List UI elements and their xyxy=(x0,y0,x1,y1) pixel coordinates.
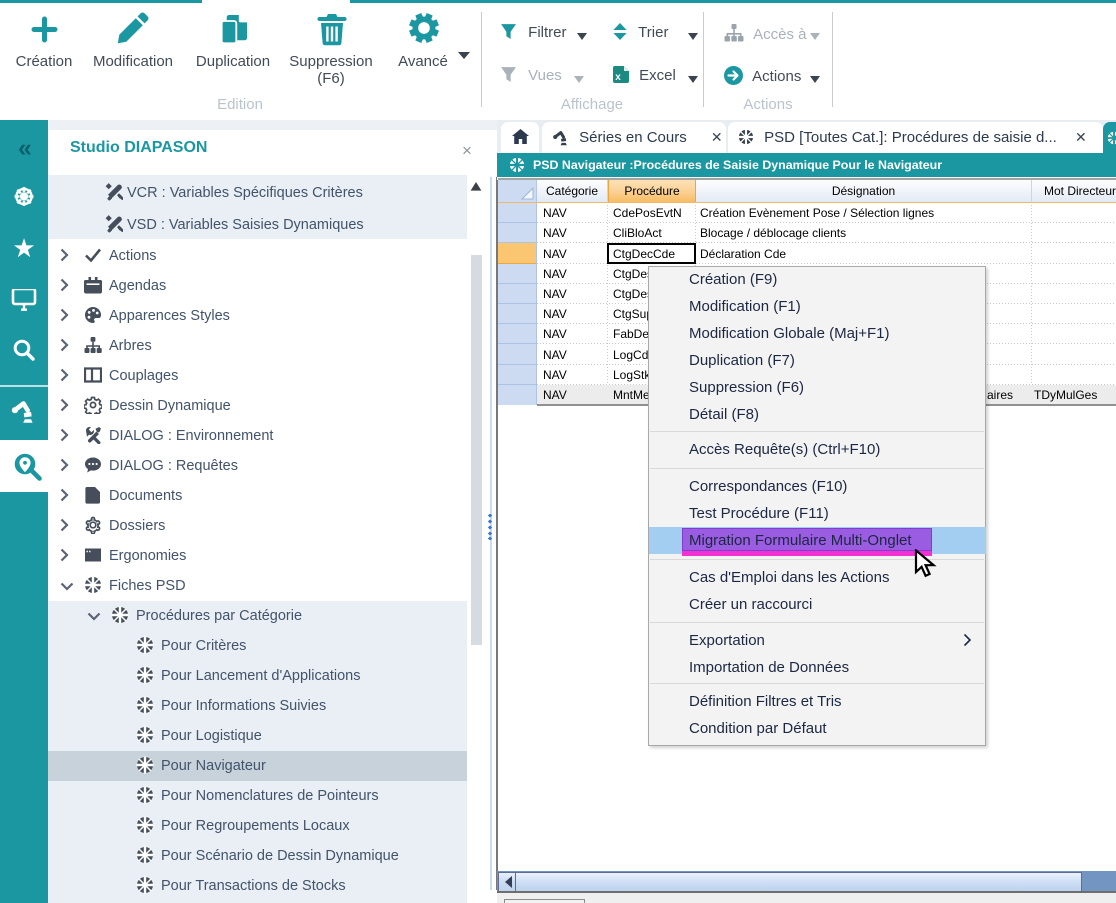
svg-text:x: x xyxy=(615,72,621,83)
